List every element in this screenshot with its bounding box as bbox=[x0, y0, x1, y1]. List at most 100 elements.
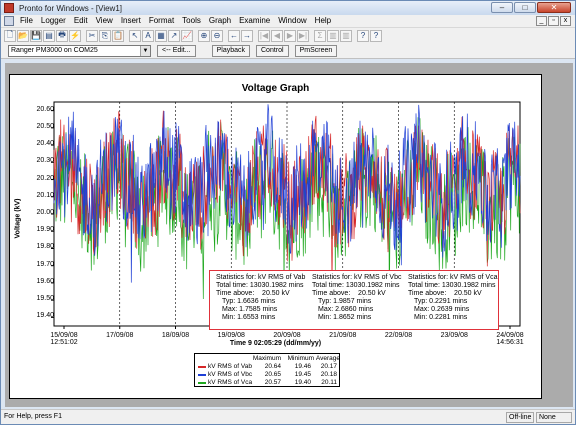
pmscreen-button[interactable]: PmScreen bbox=[294, 44, 338, 57]
plot-area bbox=[51, 101, 521, 329]
close-button[interactable]: ✕ bbox=[537, 2, 571, 13]
calc-icon[interactable]: ▥ bbox=[327, 29, 339, 42]
stats-min: Min: 1.6553 mins bbox=[222, 314, 276, 321]
line-tool-icon[interactable]: ↗ bbox=[168, 29, 180, 42]
legend-avg: 20.17 bbox=[320, 363, 337, 370]
legend-min: 19.40 bbox=[294, 379, 311, 386]
stats-header: Statistics for: kV RMS of Vab bbox=[216, 274, 306, 281]
minimize-button[interactable]: – bbox=[491, 2, 513, 13]
first-icon[interactable]: |◀ bbox=[258, 29, 270, 42]
print-icon[interactable]: 🖶 bbox=[56, 29, 68, 42]
voltage-chart[interactable]: Voltage Graph Voltage (kV) 20.60 20.50 20.… bbox=[9, 74, 542, 399]
logger-select[interactable]: Ranger PM3000 on COM25 ▼ bbox=[8, 44, 151, 57]
status-help-text: For Help, press F1 bbox=[4, 413, 62, 420]
legend-header-avg: Average bbox=[315, 355, 340, 362]
legend-min: 19.45 bbox=[294, 371, 311, 378]
x-axis-label: Time 9 02:05:29 (dd/mm/yy) bbox=[229, 340, 322, 347]
main-toolbar: 🗋 📂 💾 ▤ 🖶 ⚡ ✂ ⎘ 📋 ↖ A ▦ ↗ 📈 ⊕ ⊖ ← → |◀ ◀ ▶ ▶| Σ ▥ ▥?? bbox=[1, 27, 575, 43]
stats-threshold: 20.50 kV bbox=[358, 290, 386, 297]
stats-total: Total time: 13030.1982 mins bbox=[216, 282, 304, 289]
zoom-in-icon[interactable]: ⊕ bbox=[198, 29, 210, 42]
chevron-down-icon[interactable]: ▼ bbox=[140, 45, 150, 56]
connect-icon[interactable]: ⚡ bbox=[69, 29, 81, 42]
edit-button[interactable]: <-- Edit... bbox=[157, 44, 196, 57]
mdi-close-button[interactable]: x bbox=[560, 16, 571, 26]
prev-icon[interactable]: ◀ bbox=[271, 29, 283, 42]
legend-swatch bbox=[198, 366, 206, 368]
x-tick-date: 17/09/08 bbox=[106, 332, 134, 339]
stats-threshold: 20.50 kV bbox=[454, 290, 482, 297]
statistics-box[interactable]: Statistics for: kV RMS of Vab Total time… bbox=[209, 270, 499, 330]
chart-legend[interactable]: Maximum Minimum Average kV RMS of Vab 20… bbox=[194, 353, 340, 387]
new-doc-icon[interactable]: 🗋 bbox=[4, 29, 16, 42]
legend-avg: 20.11 bbox=[321, 379, 337, 386]
zoom-out-icon[interactable]: ⊖ bbox=[211, 29, 223, 42]
menu-tools[interactable]: Tools bbox=[178, 15, 205, 27]
stats-above: Time above: bbox=[408, 290, 447, 297]
x-tick-date: 18/09/08 bbox=[161, 332, 190, 339]
pointer-icon[interactable]: ↖ bbox=[129, 29, 141, 42]
context-help-icon[interactable]: ? bbox=[370, 29, 382, 42]
playback-button[interactable]: Playback bbox=[211, 44, 250, 57]
mdi-minimize-button[interactable]: _ bbox=[536, 16, 547, 26]
menu-window[interactable]: Window bbox=[274, 15, 310, 27]
menu-format[interactable]: Format bbox=[145, 15, 178, 27]
logger-select-value: Ranger PM3000 on COM25 bbox=[11, 46, 98, 54]
next-icon[interactable]: ▶ bbox=[284, 29, 296, 42]
stats-header: Statistics for: kV RMS of Vca bbox=[408, 274, 498, 281]
stats-typ: Typ: 1.6636 mins bbox=[222, 298, 276, 305]
paste-icon[interactable]: 📋 bbox=[112, 29, 124, 42]
x-tick-date: 22/09/08 bbox=[384, 332, 413, 339]
x-tick-label: 21/09/08 bbox=[323, 332, 363, 339]
document-icon[interactable] bbox=[4, 16, 14, 26]
menu-edit[interactable]: Edit bbox=[70, 15, 92, 27]
table-icon[interactable]: ▦ bbox=[155, 29, 167, 42]
open-folder-icon[interactable]: 📂 bbox=[17, 29, 29, 42]
maximize-button[interactable]: □ bbox=[514, 2, 536, 13]
save-all-icon[interactable]: ▤ bbox=[43, 29, 55, 42]
menu-bar: File Logger Edit View Insert Format Tool… bbox=[1, 15, 575, 27]
x-tick-date: 19/09/08 bbox=[217, 332, 245, 339]
menu-help[interactable]: Help bbox=[311, 15, 335, 27]
legend-max: 20.65 bbox=[264, 371, 281, 378]
help-pointer-icon[interactable]: ? bbox=[357, 29, 369, 42]
pronto-app-icon[interactable] bbox=[4, 3, 14, 13]
stats-vab: Statistics for: kV RMS of Vab Total time… bbox=[216, 274, 305, 322]
stats-threshold: 20.50 kV bbox=[262, 290, 290, 297]
cut-icon[interactable]: ✂ bbox=[86, 29, 98, 42]
menu-examine[interactable]: Examine bbox=[235, 15, 274, 27]
copy-icon[interactable]: ⎘ bbox=[99, 29, 111, 42]
legend-header-min: Minimum bbox=[287, 355, 314, 362]
save-icon[interactable]: 💾 bbox=[30, 29, 42, 42]
menu-insert[interactable]: Insert bbox=[117, 15, 145, 27]
stats-min: Min: 1.8652 mins bbox=[318, 314, 372, 321]
menu-logger[interactable]: Logger bbox=[37, 15, 70, 27]
mdi-controls: _ ▫ x bbox=[536, 16, 571, 26]
back-arrow-icon[interactable]: ← bbox=[228, 29, 240, 42]
graph-icon[interactable]: 📈 bbox=[181, 29, 193, 42]
status-connection: Off-line bbox=[506, 412, 534, 423]
legend-swatch bbox=[198, 374, 206, 376]
window-controls: – □ ✕ bbox=[491, 2, 571, 13]
sum-icon[interactable]: Σ bbox=[314, 29, 326, 42]
legend-row: kV RMS of Vca 20.57 19.40 20.11 bbox=[195, 379, 339, 387]
menu-view[interactable]: View bbox=[92, 15, 117, 27]
title-bar[interactable]: Pronto for Windows - [View1] – □ ✕ bbox=[1, 1, 575, 15]
last-icon[interactable]: ▶| bbox=[297, 29, 309, 42]
menu-file[interactable]: File bbox=[16, 15, 37, 27]
mdi-restore-button[interactable]: ▫ bbox=[548, 16, 559, 26]
forward-arrow-icon[interactable]: → bbox=[241, 29, 253, 42]
control-button[interactable]: Control bbox=[256, 44, 289, 57]
menu-graph[interactable]: Graph bbox=[205, 15, 235, 27]
stats-min: Min: 0.2281 mins bbox=[414, 314, 468, 321]
text-tool-icon[interactable]: A bbox=[142, 29, 154, 42]
legend-max: 20.57 bbox=[264, 379, 281, 386]
stats-max: Max: 1.7585 mins bbox=[222, 306, 278, 313]
x-tick-label: 22/09/08 bbox=[379, 332, 419, 339]
view-client-area: Voltage Graph Voltage (kV) 20.60 20.50 20.… bbox=[5, 63, 573, 407]
calc2-icon[interactable]: ▥ bbox=[340, 29, 352, 42]
legend-series-name: kV RMS of Vab bbox=[208, 363, 252, 370]
legend-swatch bbox=[198, 382, 206, 384]
window-title: Pronto for Windows - [View1] bbox=[19, 3, 123, 13]
x-tick-label: 17/09/08 bbox=[100, 332, 140, 339]
